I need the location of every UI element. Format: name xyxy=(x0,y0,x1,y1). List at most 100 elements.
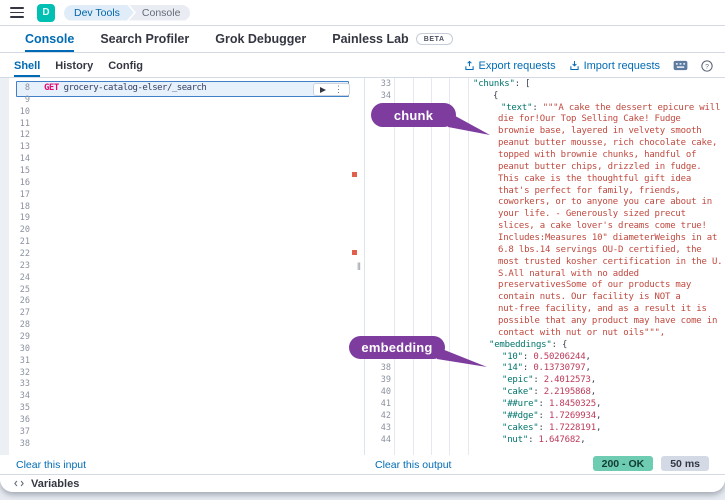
breadcrumb: Dev Tools Console xyxy=(64,5,190,21)
input-row: 33 xyxy=(0,379,350,391)
input-row: 36 xyxy=(0,415,350,427)
output-row: coworkers, or to anyone you care about i… xyxy=(365,197,725,209)
input-row: 34 xyxy=(0,391,350,403)
code-icon xyxy=(14,479,24,488)
input-row: 10 xyxy=(0,107,350,119)
input-row: 30 xyxy=(0,344,350,356)
output-row: preservativesSome of our products may xyxy=(365,280,725,292)
send-request-button play-icon[interactable] xyxy=(320,87,326,93)
output-row: 38"14": 0.13730797, xyxy=(365,363,725,375)
variables-button[interactable]: Variables xyxy=(0,474,725,492)
input-row: 38 xyxy=(0,439,350,451)
clear-input-link[interactable]: Clear this input xyxy=(16,459,86,471)
response-output-pane[interactable]: 32},33"chunks": [34{35"text": """A cake … xyxy=(364,78,725,455)
output-row: slices, a cake lover's dreams come true! xyxy=(365,221,725,233)
output-row: contain nuts. Our facility is NOT a xyxy=(365,292,725,304)
deployment-logo[interactable]: D xyxy=(37,4,55,22)
input-rows: 8GET grocery-catalog-elser/_search910111… xyxy=(0,83,350,451)
chunk-callout-tail xyxy=(448,108,492,138)
output-row: 33"chunks": [ xyxy=(365,79,725,91)
breadcrumb-dev-tools[interactable]: Dev Tools xyxy=(64,5,134,21)
output-row: 41"##ure": 1.8450325, xyxy=(365,399,725,411)
export-icon xyxy=(464,60,475,71)
output-row: peanut butter mousse, rich chocolate cak… xyxy=(365,138,725,150)
tab-config[interactable]: Config xyxy=(108,54,143,77)
help-icon: ? xyxy=(701,60,713,72)
export-requests-button[interactable]: Export requests xyxy=(464,60,556,72)
beta-badge: BETA xyxy=(416,33,453,45)
input-row: 16 xyxy=(0,178,350,190)
top-navigation-bar: D Dev Tools Console xyxy=(0,0,725,26)
console-header: Shell History Config Export requests Imp… xyxy=(0,54,725,78)
import-requests-button[interactable]: Import requests xyxy=(569,60,660,72)
import-icon xyxy=(569,60,580,71)
output-row: possible that any product may have come … xyxy=(365,316,725,328)
request-actions: ⋮ xyxy=(313,83,350,96)
menu-hamburger-icon[interactable] xyxy=(10,7,24,18)
output-row: 39"epic": 2.4012573, xyxy=(365,375,725,387)
input-row: 13 xyxy=(0,142,350,154)
output-row: 42"##dge": 1.7269934, xyxy=(365,411,725,423)
breadcrumb-console[interactable]: Console xyxy=(129,5,191,21)
input-row: 15 xyxy=(0,166,350,178)
input-row: 12 xyxy=(0,130,350,142)
request-line: GET grocery-catalog-elser/_search xyxy=(44,83,206,95)
output-row: 34{ xyxy=(365,91,725,103)
response-time-badge: 50 ms xyxy=(661,456,709,471)
error-marker xyxy=(352,172,357,177)
input-row: 25 xyxy=(0,285,350,297)
output-row: nut-free facility, and as a result it is xyxy=(365,304,725,316)
input-row: 35 xyxy=(0,403,350,415)
tab-painless-lab[interactable]: Painless Lab BETA xyxy=(332,26,452,52)
help-button[interactable]: ? xyxy=(701,60,713,72)
tab-console[interactable]: Console xyxy=(25,26,74,52)
input-row: 32 xyxy=(0,368,350,380)
embedding-callout: embedding xyxy=(349,336,445,359)
clear-output-link[interactable]: Clear this output xyxy=(375,459,451,471)
output-row: This cake is the thoughtful gift idea xyxy=(365,174,725,186)
input-row: 28 xyxy=(0,320,350,332)
tab-shell[interactable]: Shell xyxy=(14,54,40,77)
output-row: 40"cake": 2.2195868, xyxy=(365,387,725,399)
input-row: 17 xyxy=(0,190,350,202)
output-row: most trusted kosher certification in the… xyxy=(365,257,725,269)
input-row: 20 xyxy=(0,225,350,237)
error-marker xyxy=(352,250,357,255)
variables-label: Variables xyxy=(31,478,79,490)
output-row: 6.8 lbs.14 servings OU-D certified, the xyxy=(365,245,725,257)
output-row: topped with brownie chunks, handful of xyxy=(365,150,725,162)
input-row: 22 xyxy=(0,249,350,261)
input-row: 24 xyxy=(0,273,350,285)
output-rows: 32},33"chunks": [34{35"text": """A cake … xyxy=(365,78,725,447)
tab-history[interactable]: History xyxy=(55,54,93,77)
output-row: that's perfect for family, friends, xyxy=(365,186,725,198)
output-row: peanut butter chips, drizzled in fudge. xyxy=(365,162,725,174)
request-options-button kebab-icon[interactable]: ⋮ xyxy=(334,86,343,94)
request-editor-pane[interactable]: 8GET grocery-catalog-elser/_search910111… xyxy=(0,78,350,455)
output-row: S.All natural with no added xyxy=(365,269,725,281)
input-row: 27 xyxy=(0,308,350,320)
editor-area: 8GET grocery-catalog-elser/_search910111… xyxy=(0,78,725,455)
output-row: Includes:Measures 10" diameterWeighs in … xyxy=(365,233,725,245)
dev-tools-tab-bar: Console Search Profiler Grok Debugger Pa… xyxy=(0,26,725,53)
tab-search-profiler[interactable]: Search Profiler xyxy=(100,26,189,52)
keyboard-shortcuts-button[interactable] xyxy=(673,60,688,71)
output-row: 44"nut": 1.647682, xyxy=(365,435,725,447)
keyboard-icon xyxy=(673,60,688,71)
input-row: 37 xyxy=(0,427,350,439)
input-row: 29 xyxy=(0,332,350,344)
console-actions: Export requests Import requests ? xyxy=(464,54,713,77)
input-row: 21 xyxy=(0,237,350,249)
dev-tools-console-app: D Dev Tools Console Console Search Profi… xyxy=(0,0,725,492)
input-row: 26 xyxy=(0,296,350,308)
input-row: 9 xyxy=(0,95,350,107)
input-row: 11 xyxy=(0,119,350,131)
tab-grok-debugger[interactable]: Grok Debugger xyxy=(215,26,306,52)
output-row: brownie base, layered in velvety smooth xyxy=(365,126,725,138)
input-row: 8GET grocery-catalog-elser/_search xyxy=(0,83,350,95)
input-row: 14 xyxy=(0,154,350,166)
pane-splitter-handle[interactable]: ‖ xyxy=(353,262,365,273)
embedding-callout-tail xyxy=(437,346,489,370)
output-row: your life. - Generously sized precut xyxy=(365,209,725,221)
svg-text:?: ? xyxy=(705,63,709,70)
